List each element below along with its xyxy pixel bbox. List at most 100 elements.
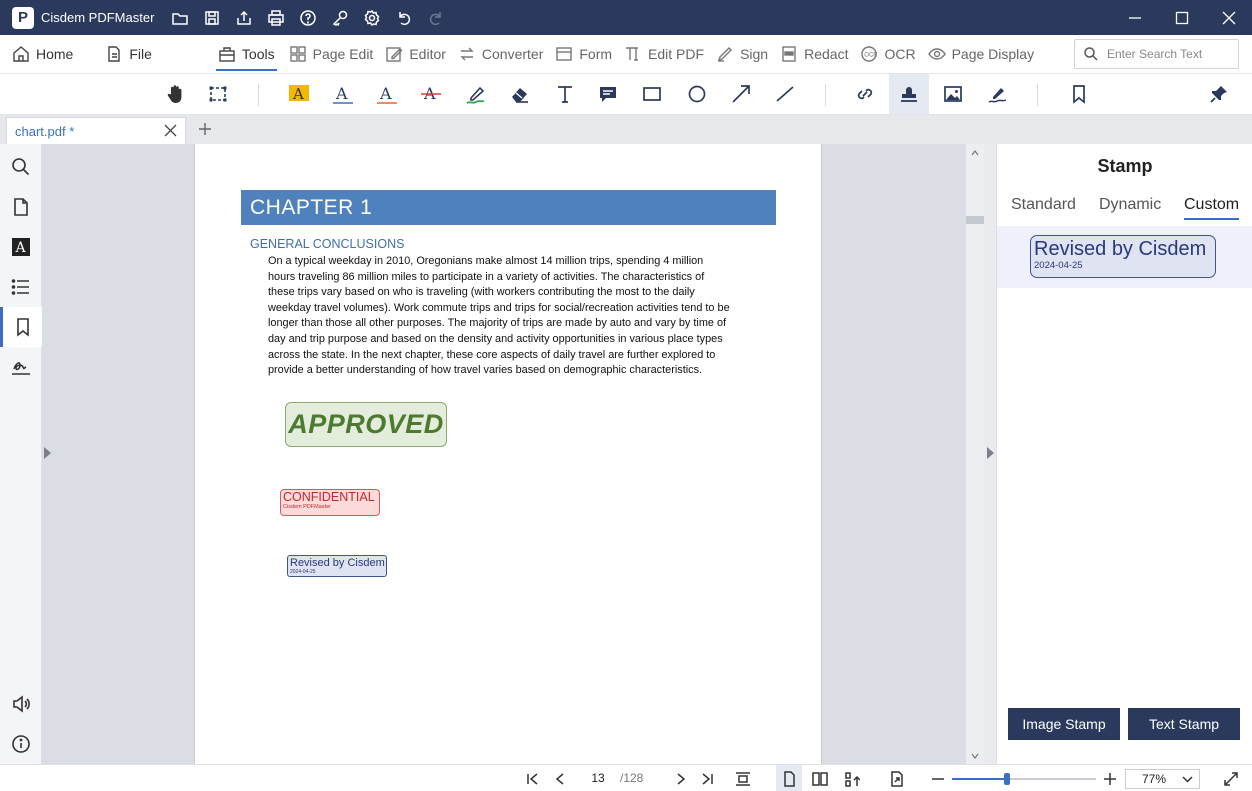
- menu-redact[interactable]: Redact: [774, 35, 854, 73]
- outline-icon[interactable]: [0, 267, 42, 307]
- menu-file[interactable]: File: [99, 35, 158, 73]
- document-tab[interactable]: chart.pdf *: [6, 117, 186, 144]
- line-icon[interactable]: [765, 74, 805, 114]
- fullscreen-icon[interactable]: [1222, 770, 1240, 788]
- eraser-icon[interactable]: [500, 74, 540, 114]
- confidential-stamp[interactable]: CONFIDENTIAL Cisdem PDFMaster: [280, 489, 380, 516]
- rectangle-icon[interactable]: [632, 74, 672, 114]
- undo-icon[interactable]: [388, 0, 420, 35]
- current-page-input[interactable]: 13: [583, 771, 613, 785]
- scroll-mode-icon[interactable]: [843, 770, 861, 788]
- expand-left-panel-icon[interactable]: [42, 446, 52, 460]
- confidential-stamp-subtext: Cisdem PDFMaster: [283, 504, 331, 510]
- file-icon: [108, 46, 121, 62]
- share-icon[interactable]: [228, 0, 260, 35]
- pen-icon[interactable]: [456, 74, 496, 114]
- rotate-page-icon[interactable]: [888, 770, 906, 788]
- image-stamp-button[interactable]: Image Stamp: [1008, 708, 1120, 740]
- search-input[interactable]: [1107, 47, 1227, 61]
- print-icon[interactable]: [260, 0, 292, 35]
- two-page-icon[interactable]: [811, 770, 829, 788]
- menu-converter[interactable]: Converter: [452, 35, 549, 73]
- menu-ocr[interactable]: OCR OCR: [854, 35, 921, 73]
- custom-stamp-item[interactable]: Revised by Cisdem 2024-04-25: [1030, 235, 1216, 278]
- app-logo: P: [12, 6, 34, 29]
- signature-icon[interactable]: [978, 74, 1018, 114]
- signature-icon[interactable]: [0, 347, 42, 387]
- form-icon: [556, 47, 573, 61]
- image-icon[interactable]: [933, 74, 973, 114]
- close-button[interactable]: [1205, 0, 1252, 35]
- previous-page-icon[interactable]: [551, 770, 569, 788]
- text-box-icon[interactable]: [545, 74, 585, 114]
- scrollbar-thumb[interactable]: [966, 216, 984, 224]
- arrow-icon[interactable]: [721, 74, 761, 114]
- search-icon[interactable]: [0, 147, 42, 187]
- custom-stamp-date: 2024-04-25: [1034, 260, 1083, 271]
- save-icon[interactable]: [196, 0, 228, 35]
- text-icon[interactable]: A: [0, 227, 42, 267]
- tab-standard[interactable]: Standard: [1011, 196, 1076, 214]
- svg-text:OCR: OCR: [865, 53, 879, 59]
- menu-tools[interactable]: Tools: [212, 35, 281, 73]
- highlight-text-icon[interactable]: A: [279, 74, 319, 114]
- tab-dynamic[interactable]: Dynamic: [1099, 196, 1161, 214]
- document-canvas[interactable]: CHAPTER 1 GENERAL CONCLUSIONS On a typic…: [42, 144, 984, 784]
- menu-page-display[interactable]: Page Display: [922, 35, 1041, 73]
- bookmark-icon[interactable]: [1059, 74, 1099, 114]
- open-folder-icon[interactable]: [164, 0, 196, 35]
- menu-sign[interactable]: Sign: [710, 35, 774, 73]
- menu-home-label: Home: [36, 46, 74, 62]
- underline-icon[interactable]: A: [323, 74, 363, 114]
- zoom-slider-thumb[interactable]: [1003, 773, 1010, 785]
- scroll-down-icon[interactable]: [971, 752, 979, 760]
- zoom-in-icon[interactable]: [1101, 770, 1119, 788]
- link-icon[interactable]: [845, 74, 885, 114]
- bookmark-icon[interactable]: [0, 307, 42, 347]
- ellipse-icon[interactable]: [677, 74, 717, 114]
- minimize-button[interactable]: [1111, 0, 1158, 35]
- select-area-icon[interactable]: [198, 74, 238, 114]
- page-icon[interactable]: [0, 187, 42, 227]
- add-tab-icon[interactable]: [196, 120, 214, 138]
- revised-stamp[interactable]: Revised by Cisdem 2024-04-25: [287, 555, 387, 577]
- key-icon[interactable]: [324, 0, 356, 35]
- speaker-icon[interactable]: [0, 684, 42, 724]
- text-stamp-button[interactable]: Text Stamp: [1128, 708, 1240, 740]
- hand-icon[interactable]: [155, 74, 195, 114]
- settings-icon[interactable]: [356, 0, 388, 35]
- single-page-icon[interactable]: [776, 765, 802, 791]
- first-page-icon[interactable]: [524, 770, 542, 788]
- strikethrough-icon[interactable]: A: [411, 74, 451, 114]
- close-tab-icon[interactable]: [164, 124, 177, 137]
- menu-form[interactable]: Form: [549, 35, 618, 73]
- menu-edit-pdf-label: Edit PDF: [648, 46, 705, 62]
- stamp-icon[interactable]: [889, 74, 929, 114]
- redo-icon[interactable]: [420, 0, 452, 35]
- squiggly-icon[interactable]: A: [367, 74, 407, 114]
- menu-editor[interactable]: Editor: [379, 35, 452, 73]
- fit-page-icon[interactable]: [734, 770, 752, 788]
- scroll-up-icon[interactable]: [971, 149, 979, 157]
- zoom-value: 77%: [1142, 772, 1167, 786]
- menu-page-edit[interactable]: Page Edit: [283, 35, 380, 73]
- custom-stamp-text: Revised by Cisdem: [1034, 238, 1207, 260]
- menu-edit-pdf[interactable]: Edit PDF: [618, 35, 710, 73]
- comment-icon[interactable]: [588, 74, 628, 114]
- help-icon[interactable]: [292, 0, 324, 35]
- zoom-out-icon[interactable]: [929, 770, 947, 788]
- pin-icon[interactable]: [1199, 74, 1239, 114]
- zoom-dropdown[interactable]: 77%: [1125, 769, 1200, 789]
- pdf-page[interactable]: CHAPTER 1 GENERAL CONCLUSIONS On a typic…: [194, 144, 822, 784]
- last-page-icon[interactable]: [698, 770, 716, 788]
- zoom-slider[interactable]: [952, 773, 1096, 785]
- vertical-scrollbar[interactable]: [966, 144, 984, 764]
- info-icon[interactable]: [0, 724, 42, 764]
- menu-home[interactable]: Home: [6, 35, 79, 73]
- toolbar-separator: [825, 84, 826, 106]
- approved-stamp[interactable]: APPROVED: [285, 402, 447, 447]
- next-page-icon[interactable]: [672, 770, 690, 788]
- maximize-button[interactable]: [1158, 0, 1205, 35]
- collapse-right-panel-icon[interactable]: [985, 446, 995, 460]
- tab-custom[interactable]: Custom: [1184, 196, 1240, 220]
